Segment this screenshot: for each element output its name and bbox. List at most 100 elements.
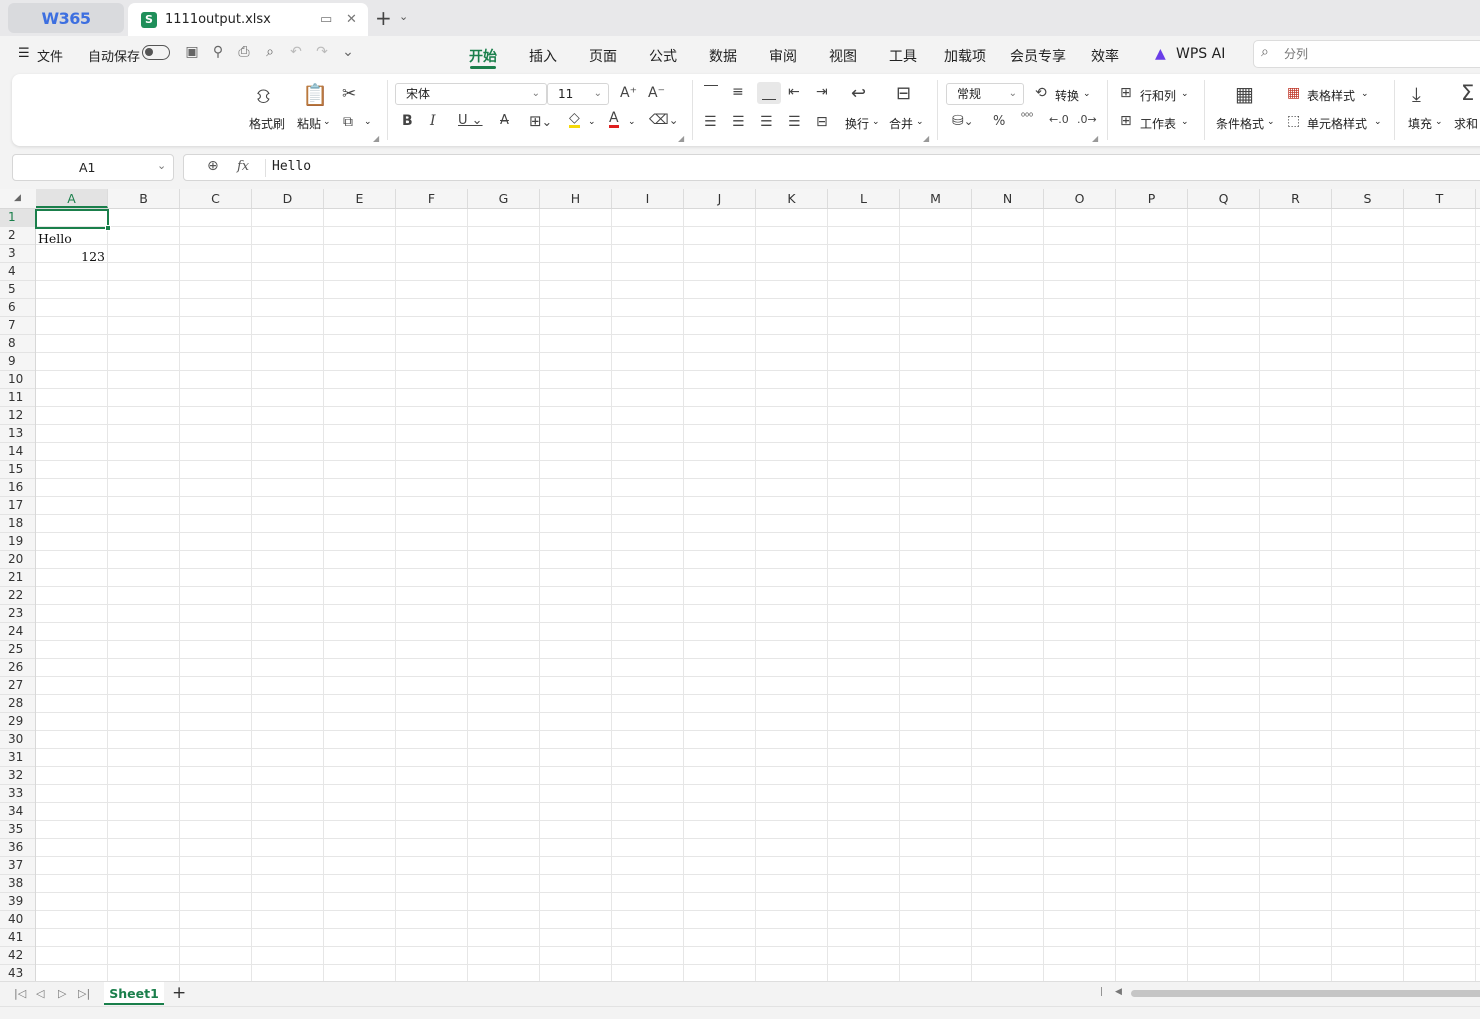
column-header-b[interactable]: B [108,189,180,208]
decrease-decimal-icon[interactable]: .0→ [1077,113,1097,126]
tab-formulas[interactable]: 公式 [649,46,677,66]
share-link-icon[interactable]: ⚲ [210,44,226,60]
new-tab-plus-icon[interactable]: + [375,6,392,30]
row-header-14[interactable]: 14 [0,443,35,461]
align-left-icon[interactable]: ☰ [704,114,717,130]
next-sheet-icon[interactable]: ▷ [58,987,66,1000]
column-header-c[interactable]: C [180,189,252,208]
table-style-chevron-icon[interactable]: ⌄ [1361,89,1369,99]
tab-restore-icon[interactable]: ▭ [320,12,332,27]
distributed-align-icon[interactable]: ⊟ [816,114,828,130]
wps365-home-tab[interactable]: W365 [8,3,124,33]
tab-page[interactable]: 页面 [589,46,617,66]
row-header-10[interactable]: 10 [0,371,35,389]
row-header-42[interactable]: 42 [0,947,35,965]
row-header-35[interactable]: 35 [0,821,35,839]
row-header-13[interactable]: 13 [0,425,35,443]
column-header-e[interactable]: E [324,189,396,208]
clipboard-dialog-launcher-icon[interactable]: ◢ [373,134,379,143]
fill-color-icon[interactable]: ◇ [569,111,580,128]
increase-font-icon[interactable]: A⁺ [620,85,637,101]
copy-chevron-icon[interactable]: ⌄ [364,117,372,127]
cut-icon[interactable]: ✂ [342,84,356,104]
tab-efficiency[interactable]: 效率 [1091,46,1119,66]
tab-member[interactable]: 会员专享 [1010,46,1066,66]
column-header-j[interactable]: J [684,189,756,208]
align-center-icon[interactable]: ☰ [732,114,745,130]
column-header-d[interactable]: D [252,189,324,208]
wrap-chevron-icon[interactable]: ⌄ [872,117,880,127]
merge-chevron-icon[interactable]: ⌄ [916,117,924,127]
row-header-36[interactable]: 36 [0,839,35,857]
worksheet-button[interactable]: 工作表 [1140,115,1176,132]
column-header-n[interactable]: N [972,189,1044,208]
worksheet-chevron-icon[interactable]: ⌄ [1181,117,1189,127]
sum-button[interactable]: 求和 [1454,115,1478,132]
tab-view[interactable]: 视图 [829,46,857,66]
cell-style-chevron-icon[interactable]: ⌄ [1374,117,1382,127]
last-sheet-icon[interactable]: ▷| [78,987,90,1000]
search-box[interactable]: ⌕ [1253,40,1480,68]
column-header-g[interactable]: G [468,189,540,208]
row-header-39[interactable]: 39 [0,893,35,911]
row-header-19[interactable]: 19 [0,533,35,551]
row-header-27[interactable]: 27 [0,677,35,695]
tab-data[interactable]: 数据 [709,46,737,66]
column-header-k[interactable]: K [756,189,828,208]
row-header-7[interactable]: 7 [0,317,35,335]
increase-indent-icon[interactable]: ⇥ [816,84,828,100]
save-icon[interactable]: ▣ [184,44,200,60]
font-color-icon[interactable]: A [609,111,619,128]
chevron-down-icon[interactable]: ⌄ [399,10,408,23]
column-header-i[interactable]: I [612,189,684,208]
tab-review[interactable]: 审阅 [769,46,797,66]
decrease-indent-icon[interactable]: ⇤ [788,84,800,100]
row-header-28[interactable]: 28 [0,695,35,713]
paste-button[interactable]: 粘贴 [297,115,321,132]
number-dialog-launcher-icon[interactable]: ◢ [1092,134,1098,143]
tab-insert[interactable]: 插入 [529,46,557,66]
undo-icon[interactable]: ↶ [288,44,304,60]
cell-area[interactable]: Hello 123 [36,209,1480,981]
row-header-32[interactable]: 32 [0,767,35,785]
tab-home[interactable]: 开始 [469,46,497,66]
row-header-11[interactable]: 11 [0,389,35,407]
sheet-tab-sheet1[interactable]: Sheet1 [104,982,164,1005]
row-header-2[interactable]: 2 [0,227,35,245]
row-header-20[interactable]: 20 [0,551,35,569]
zoom-search-icon[interactable]: ⊕ [207,158,219,174]
font-dialog-launcher-icon[interactable]: ◢ [678,134,684,143]
row-header-31[interactable]: 31 [0,749,35,767]
conditional-format-button[interactable]: 条件格式 [1216,115,1264,132]
strikethrough-icon[interactable]: A [500,113,509,128]
horizontal-scrollbar[interactable] [1131,990,1480,997]
column-header-f[interactable]: F [396,189,468,208]
align-top-icon[interactable]: ⎺ [704,84,718,100]
merge-button[interactable]: 合并 [889,115,913,132]
row-header-37[interactable]: 37 [0,857,35,875]
paste-chevron-icon[interactable]: ⌄ [323,117,331,127]
alignment-dialog-launcher-icon[interactable]: ◢ [923,134,929,143]
select-all-corner-icon[interactable]: ◢ [14,193,21,203]
row-header-6[interactable]: 6 [0,299,35,317]
font-name-select[interactable]: 宋体 ⌄ [395,83,547,105]
column-header-l[interactable]: L [828,189,900,208]
clear-format-eraser-icon[interactable]: ⌫⌄ [649,112,679,128]
cell-A2[interactable]: 123 [38,248,105,266]
bold-icon[interactable]: B [402,113,413,129]
column-header-m[interactable]: M [900,189,972,208]
conditional-format-chevron-icon[interactable]: ⌄ [1267,117,1275,127]
cell-style-button[interactable]: 单元格样式 [1307,115,1367,132]
row-header-41[interactable]: 41 [0,929,35,947]
customize-toolbar-chevron-icon[interactable]: ⌄ [340,44,356,60]
first-sheet-icon[interactable]: |◁ [14,987,26,1000]
align-middle-icon[interactable]: ≡ [732,84,744,100]
fill-color-chevron-icon[interactable]: ⌄ [588,117,596,127]
font-size-select[interactable]: 11 ⌄ [547,83,609,105]
copy-icon[interactable]: ⧉ [343,114,353,130]
row-header-23[interactable]: 23 [0,605,35,623]
increase-decimal-icon[interactable]: ←.0 [1049,113,1069,126]
row-header-18[interactable]: 18 [0,515,35,533]
row-header-33[interactable]: 33 [0,785,35,803]
rows-columns-button[interactable]: 行和列 [1140,87,1176,104]
